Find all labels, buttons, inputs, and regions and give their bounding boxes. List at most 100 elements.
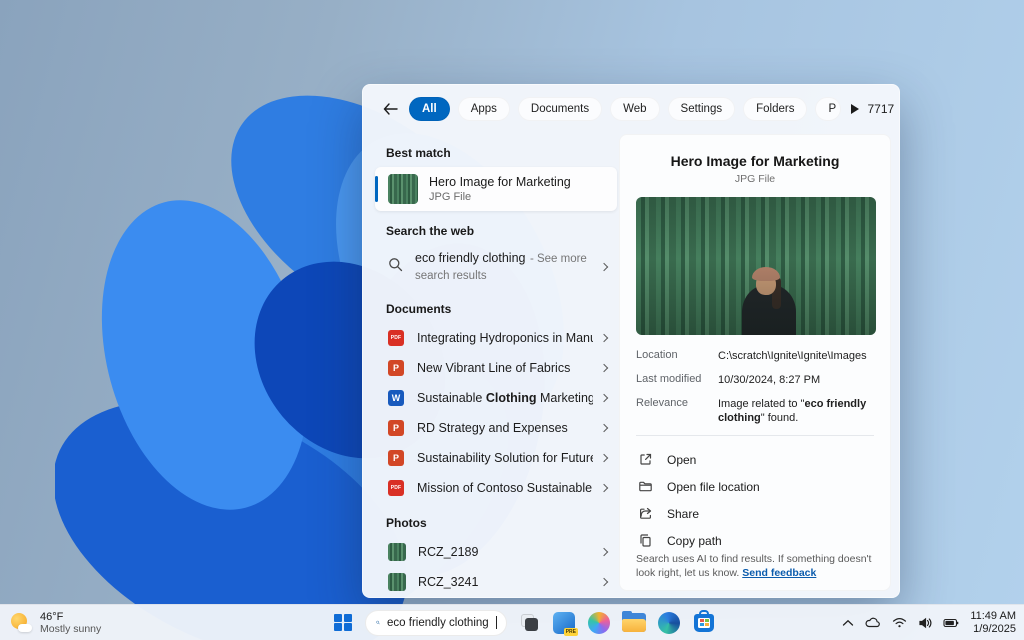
document-title: Integrating Hydroponics in Manu... [417,331,593,345]
tab-photos-clipped[interactable]: P [815,97,841,121]
document-title: RD Strategy and Expenses [417,421,593,435]
weather-widget[interactable]: 46°F Mostly sunny [10,611,101,635]
back-button[interactable] [379,98,401,120]
chevron-right-icon[interactable] [600,364,608,372]
tray-chevron-up-icon[interactable] [842,619,854,627]
search-input-value: eco friendly clothing [387,617,489,629]
chevron-right-icon[interactable] [600,424,608,432]
action-open[interactable]: Open [636,446,874,473]
weather-icon [10,612,32,634]
weather-condition: Mostly sunny [40,623,101,635]
tab-settings[interactable]: Settings [668,97,736,121]
tab-all[interactable]: All [409,97,450,121]
clock[interactable]: 11:49 AM 1/9/2025 [970,610,1016,636]
document-item[interactable]: P New Vibrant Line of Fabrics [373,353,619,383]
volume-icon[interactable] [918,617,932,629]
start-button[interactable] [330,610,356,636]
photo-item[interactable]: DR_2024_11 [373,597,619,598]
search-panel: All Apps Documents Web Settings Folders … [362,84,900,598]
taskbar-center: eco friendly clothing PRE [330,610,717,636]
best-match-thumbnail [388,174,418,204]
document-title: New Vibrant Line of Fabrics [417,361,593,375]
tabs-scroll-right-icon[interactable] [851,104,859,114]
pdf-file-icon: PDF [388,330,404,346]
edge-button[interactable] [656,610,682,636]
best-match-subtitle: JPG File [429,191,571,203]
microsoft-store-icon [694,614,714,632]
meta-last-modified: Last modified 10/30/2024, 8:27 PM [636,373,874,387]
topbar-right-group: 7717 L [867,98,900,120]
taskbar: 46°F Mostly sunny eco friendly clothing … [0,604,1024,640]
preview-title: Hero Image for Marketing [636,153,874,169]
photo-item[interactable]: RCZ_3241 [373,567,619,597]
divider [636,435,874,436]
ai-disclaimer: Search uses AI to find results. If somet… [636,552,876,580]
best-match-item[interactable]: Hero Image for Marketing JPG File [375,167,617,211]
document-item[interactable]: P RD Strategy and Expenses [373,413,619,443]
chevron-right-icon[interactable] [600,578,608,586]
store-button[interactable] [691,610,717,636]
web-search-item[interactable]: eco friendly clothing - See more search … [373,245,619,289]
file-explorer-button[interactable] [621,610,647,636]
action-open-file-location[interactable]: Open file location [636,473,874,500]
search-icon [388,257,403,277]
send-feedback-link[interactable]: Send feedback [742,567,816,579]
rewards-points[interactable]: 7717 [867,101,900,118]
document-item[interactable]: PDF Integrating Hydroponics in Manu... [373,323,619,353]
wifi-icon[interactable] [892,617,907,628]
tab-documents[interactable]: Documents [518,97,602,121]
section-header-best-match: Best match [386,146,619,160]
chevron-right-icon[interactable] [600,263,608,271]
copilot-button[interactable] [586,610,612,636]
rewards-trophy-icon [898,101,900,118]
taskbar-search-input[interactable]: eco friendly clothing [365,610,507,636]
section-header-photos: Photos [386,516,619,530]
tab-folders[interactable]: Folders [743,97,807,121]
document-title: Mission of Contoso Sustainable F... [417,481,593,495]
onedrive-cloud-icon[interactable] [865,617,881,628]
clock-time: 11:49 AM [970,610,1016,623]
results-list: Best match Hero Image for Marketing JPG … [373,133,619,598]
folder-icon [638,479,653,494]
file-explorer-icon [622,613,646,632]
best-match-text: Hero Image for Marketing JPG File [429,175,571,203]
best-match-title: Hero Image for Marketing [429,175,571,189]
task-view-button[interactable] [516,610,542,636]
document-title: Sustainable Clothing Marketing ... [417,391,593,405]
tab-apps[interactable]: Apps [458,97,510,121]
preview-metadata: Location C:\scratch\Ignite\Ignite\Images… [636,349,874,425]
share-icon [638,506,653,521]
document-item[interactable]: P Sustainability Solution for Future ... [373,443,619,473]
powerpoint-file-icon: P [388,420,404,436]
document-item[interactable]: PDF Mission of Contoso Sustainable F... [373,473,619,503]
powerpoint-file-icon: P [388,360,404,376]
preview-pane: Hero Image for Marketing JPG File Locati… [619,134,891,591]
battery-icon[interactable] [943,618,959,628]
copilot-preview-button[interactable]: PRE [551,610,577,636]
clock-date: 1/9/2025 [970,623,1016,636]
rewards-count: 7717 [867,102,894,116]
tab-web[interactable]: Web [610,97,659,121]
photo-title: RCZ_2189 [418,545,593,559]
action-share[interactable]: Share [636,500,874,527]
windows-logo-icon [334,614,352,632]
chevron-right-icon[interactable] [600,334,608,342]
meta-location: Location C:\scratch\Ignite\Ignite\Images [636,349,874,363]
preview-image[interactable] [636,197,876,335]
section-header-documents: Documents [386,302,619,316]
search-tabs-bar: All Apps Documents Web Settings Folders … [363,85,899,133]
photo-thumbnail [388,543,406,561]
powerpoint-file-icon: P [388,450,404,466]
meta-relevance: Relevance Image related to "eco friendly… [636,397,874,425]
document-item[interactable]: W Sustainable Clothing Marketing ... [373,383,619,413]
chevron-right-icon[interactable] [600,394,608,402]
system-tray: 11:49 AM 1/9/2025 [842,610,1016,636]
photo-item[interactable]: RCZ_2189 [373,537,619,567]
search-icon [376,616,380,629]
chevron-right-icon[interactable] [600,484,608,492]
web-search-text: eco friendly clothing - See more search … [415,250,593,284]
weather-temp: 46°F [40,611,101,623]
action-copy-path[interactable]: Copy path [636,527,874,554]
chevron-right-icon[interactable] [600,454,608,462]
chevron-right-icon[interactable] [600,548,608,556]
